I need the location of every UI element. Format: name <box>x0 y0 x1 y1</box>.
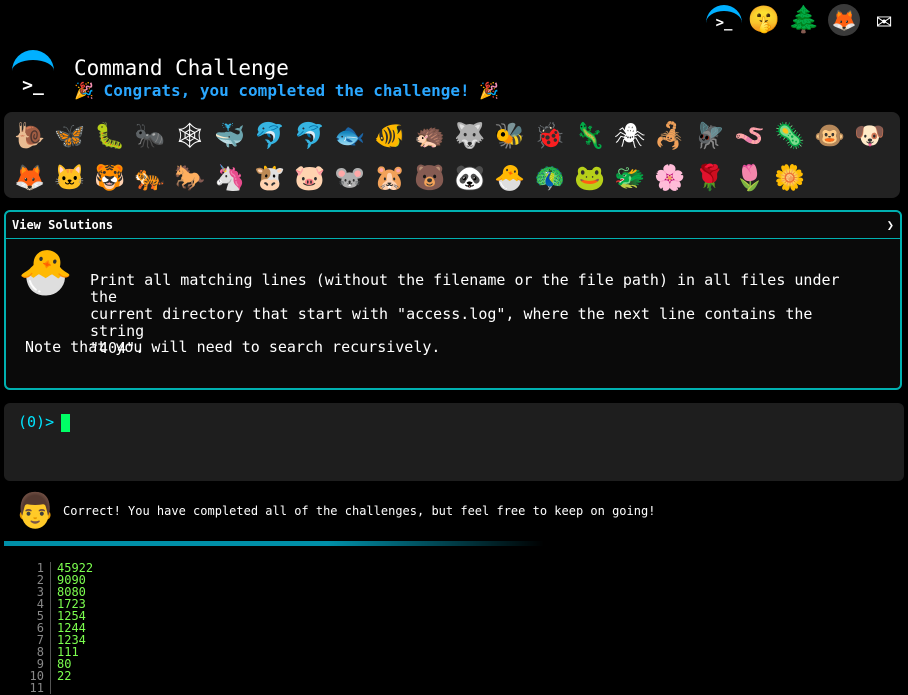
challenge-animal-icon[interactable]: 🌸 <box>650 158 690 198</box>
tree-icon[interactable]: 🌲 <box>786 2 822 38</box>
challenge-animal-icon[interactable]: 🦠 <box>770 116 810 156</box>
challenge-animal-icon[interactable]: 🐟 <box>330 116 370 156</box>
animals-row-2: 🦊 🐱 🐯 🐅 🐎 🦄 🐮 🐷 🐭 🐹 🐻 🐼 🐣 🦚 🐸 🐲 🌸 🌹 🌷 🌼 <box>10 158 810 198</box>
challenge-animal-icon[interactable]: 🕸 <box>170 116 210 156</box>
terminal-input[interactable]: (0)> <box>4 403 904 481</box>
challenge-animal-icon[interactable]: 🐯 <box>90 158 130 198</box>
challenge-animal-icon[interactable]: 🐺 <box>450 116 490 156</box>
output-value: 22 <box>57 669 72 683</box>
view-solutions-toggle[interactable]: View Solutions ❯ <box>6 212 900 239</box>
terminal-cursor <box>61 414 70 432</box>
challenge-animal-icon[interactable]: 🪰 <box>690 116 730 156</box>
page-title: Command Challenge <box>74 56 289 80</box>
feedback-bar: 👨 Correct! You have completed all of the… <box>14 491 655 531</box>
challenge-animal-icon[interactable]: 🕷 <box>610 116 650 156</box>
output-line: 11 <box>22 682 93 694</box>
chevron-right-icon: ❯ <box>886 218 894 232</box>
terminal-logo-icon[interactable]: >_ <box>706 5 742 35</box>
challenge-animal-icon[interactable]: 🐭 <box>330 158 370 198</box>
challenge-animal-icon[interactable]: 🐷 <box>290 158 330 198</box>
challenge-note: Note that you will need to search recurs… <box>25 338 441 356</box>
challenge-animal-icon[interactable]: 🐶 <box>850 116 890 156</box>
output-value <box>51 682 57 694</box>
divider <box>4 541 544 546</box>
challenge-animal-icon[interactable]: 🐸 <box>570 158 610 198</box>
challenge-animal-icon[interactable]: 🐱 <box>50 158 90 198</box>
challenge-animal-icon[interactable]: 🐮 <box>250 158 290 198</box>
feedback-message: Correct! You have completed all of the c… <box>63 504 656 518</box>
challenge-animal-icon[interactable]: 🐛 <box>90 116 130 156</box>
page-header: >_ Command Challenge 🎉 Congrats, you com… <box>12 50 892 106</box>
hatching-chick-icon: 🐣 <box>18 247 73 298</box>
challenge-animal-icon[interactable]: 🐞 <box>530 116 570 156</box>
challenge-animal-icon[interactable]: 🐌 <box>10 116 50 156</box>
congrats-message: 🎉 Congrats, you completed the challenge!… <box>74 81 500 100</box>
command-output: 1 45922 2 9090 3 8080 4 1723 5 1254 6 1244 7 1234 8 111… <box>22 562 93 694</box>
challenge-animal-icon[interactable]: 🦂 <box>650 116 690 156</box>
challenge-animal-icon[interactable]: 🦋 <box>50 116 90 156</box>
challenge-animal-icon[interactable]: 🌹 <box>690 158 730 198</box>
shushing-face-icon[interactable]: 🤫 <box>746 2 782 38</box>
challenge-animal-icon[interactable]: 🦊 <box>10 158 50 198</box>
completed-challenges-animals: 🐌 🦋 🐛 🐜 🕸 🐳 🐬 🐬 🐟 🐠 🦔 🐺 🐝 🐞 🦎 🕷 🦂 🪰 🪱 🦠 🐵 🐶 🦊 🐱 🐯 🐅 🐎 🦄 🐮 🐷 🐭 🐹 🐻 🐼 🐣 🦚 🐸 🐲 🌸… <box>4 112 900 198</box>
gitlab-link[interactable]: 🦊 <box>826 2 862 38</box>
mail-icon[interactable]: ✉ <box>866 2 902 38</box>
challenge-animal-icon[interactable]: 🐬 <box>290 116 330 156</box>
challenge-animal-icon[interactable]: 🦔 <box>410 116 450 156</box>
challenge-animal-icon[interactable]: 🌷 <box>730 158 770 198</box>
challenge-animal-icon[interactable]: 🐠 <box>370 116 410 156</box>
terminal-prompt: (0)> <box>18 413 55 431</box>
challenge-animal-icon[interactable]: 🐜 <box>130 116 170 156</box>
challenge-animal-icon[interactable]: 🐵 <box>810 116 850 156</box>
challenge-animal-icon[interactable]: 🐎 <box>170 158 210 198</box>
gitlab-icon: 🦊 <box>828 4 860 36</box>
person-icon: 👨 <box>14 491 57 531</box>
challenge-animal-icon[interactable]: 🦎 <box>570 116 610 156</box>
challenge-animal-icon[interactable]: 🐝 <box>490 116 530 156</box>
challenge-animal-icon[interactable]: 🐹 <box>370 158 410 198</box>
challenge-animal-icon[interactable]: 🐬 <box>250 116 290 156</box>
challenge-animal-icon[interactable]: 🐼 <box>450 158 490 198</box>
challenge-animal-icon[interactable]: 🐳 <box>210 116 250 156</box>
challenge-animal-icon[interactable]: 🦚 <box>530 158 570 198</box>
challenge-animal-icon[interactable]: 🦄 <box>210 158 250 198</box>
challenge-animal-icon[interactable]: 🌼 <box>770 158 810 198</box>
top-icon-bar: >_ 🤫 🌲 🦊 ✉ <box>706 2 902 38</box>
challenge-animal-icon[interactable]: 🐅 <box>130 158 170 198</box>
logo-glyph: >_ <box>22 74 44 96</box>
terminal-logo-icon: >_ <box>12 50 54 96</box>
challenge-animal-icon[interactable]: 🐻 <box>410 158 450 198</box>
animals-row-1: 🐌 🦋 🐛 🐜 🕸 🐳 🐬 🐬 🐟 🐠 🦔 🐺 🐝 🐞 🦎 🕷 🦂 🪰 🪱 🦠 🐵 🐶 <box>10 116 890 156</box>
challenge-panel: View Solutions ❯ 🐣 Print all matching li… <box>4 210 902 390</box>
view-solutions-label: View Solutions <box>12 218 114 232</box>
line-number: 11 <box>22 682 51 694</box>
challenge-animal-icon[interactable]: 🐲 <box>610 158 650 198</box>
challenge-animal-icon[interactable]: 🪱 <box>730 116 770 156</box>
challenge-animal-icon[interactable]: 🐣 <box>490 158 530 198</box>
